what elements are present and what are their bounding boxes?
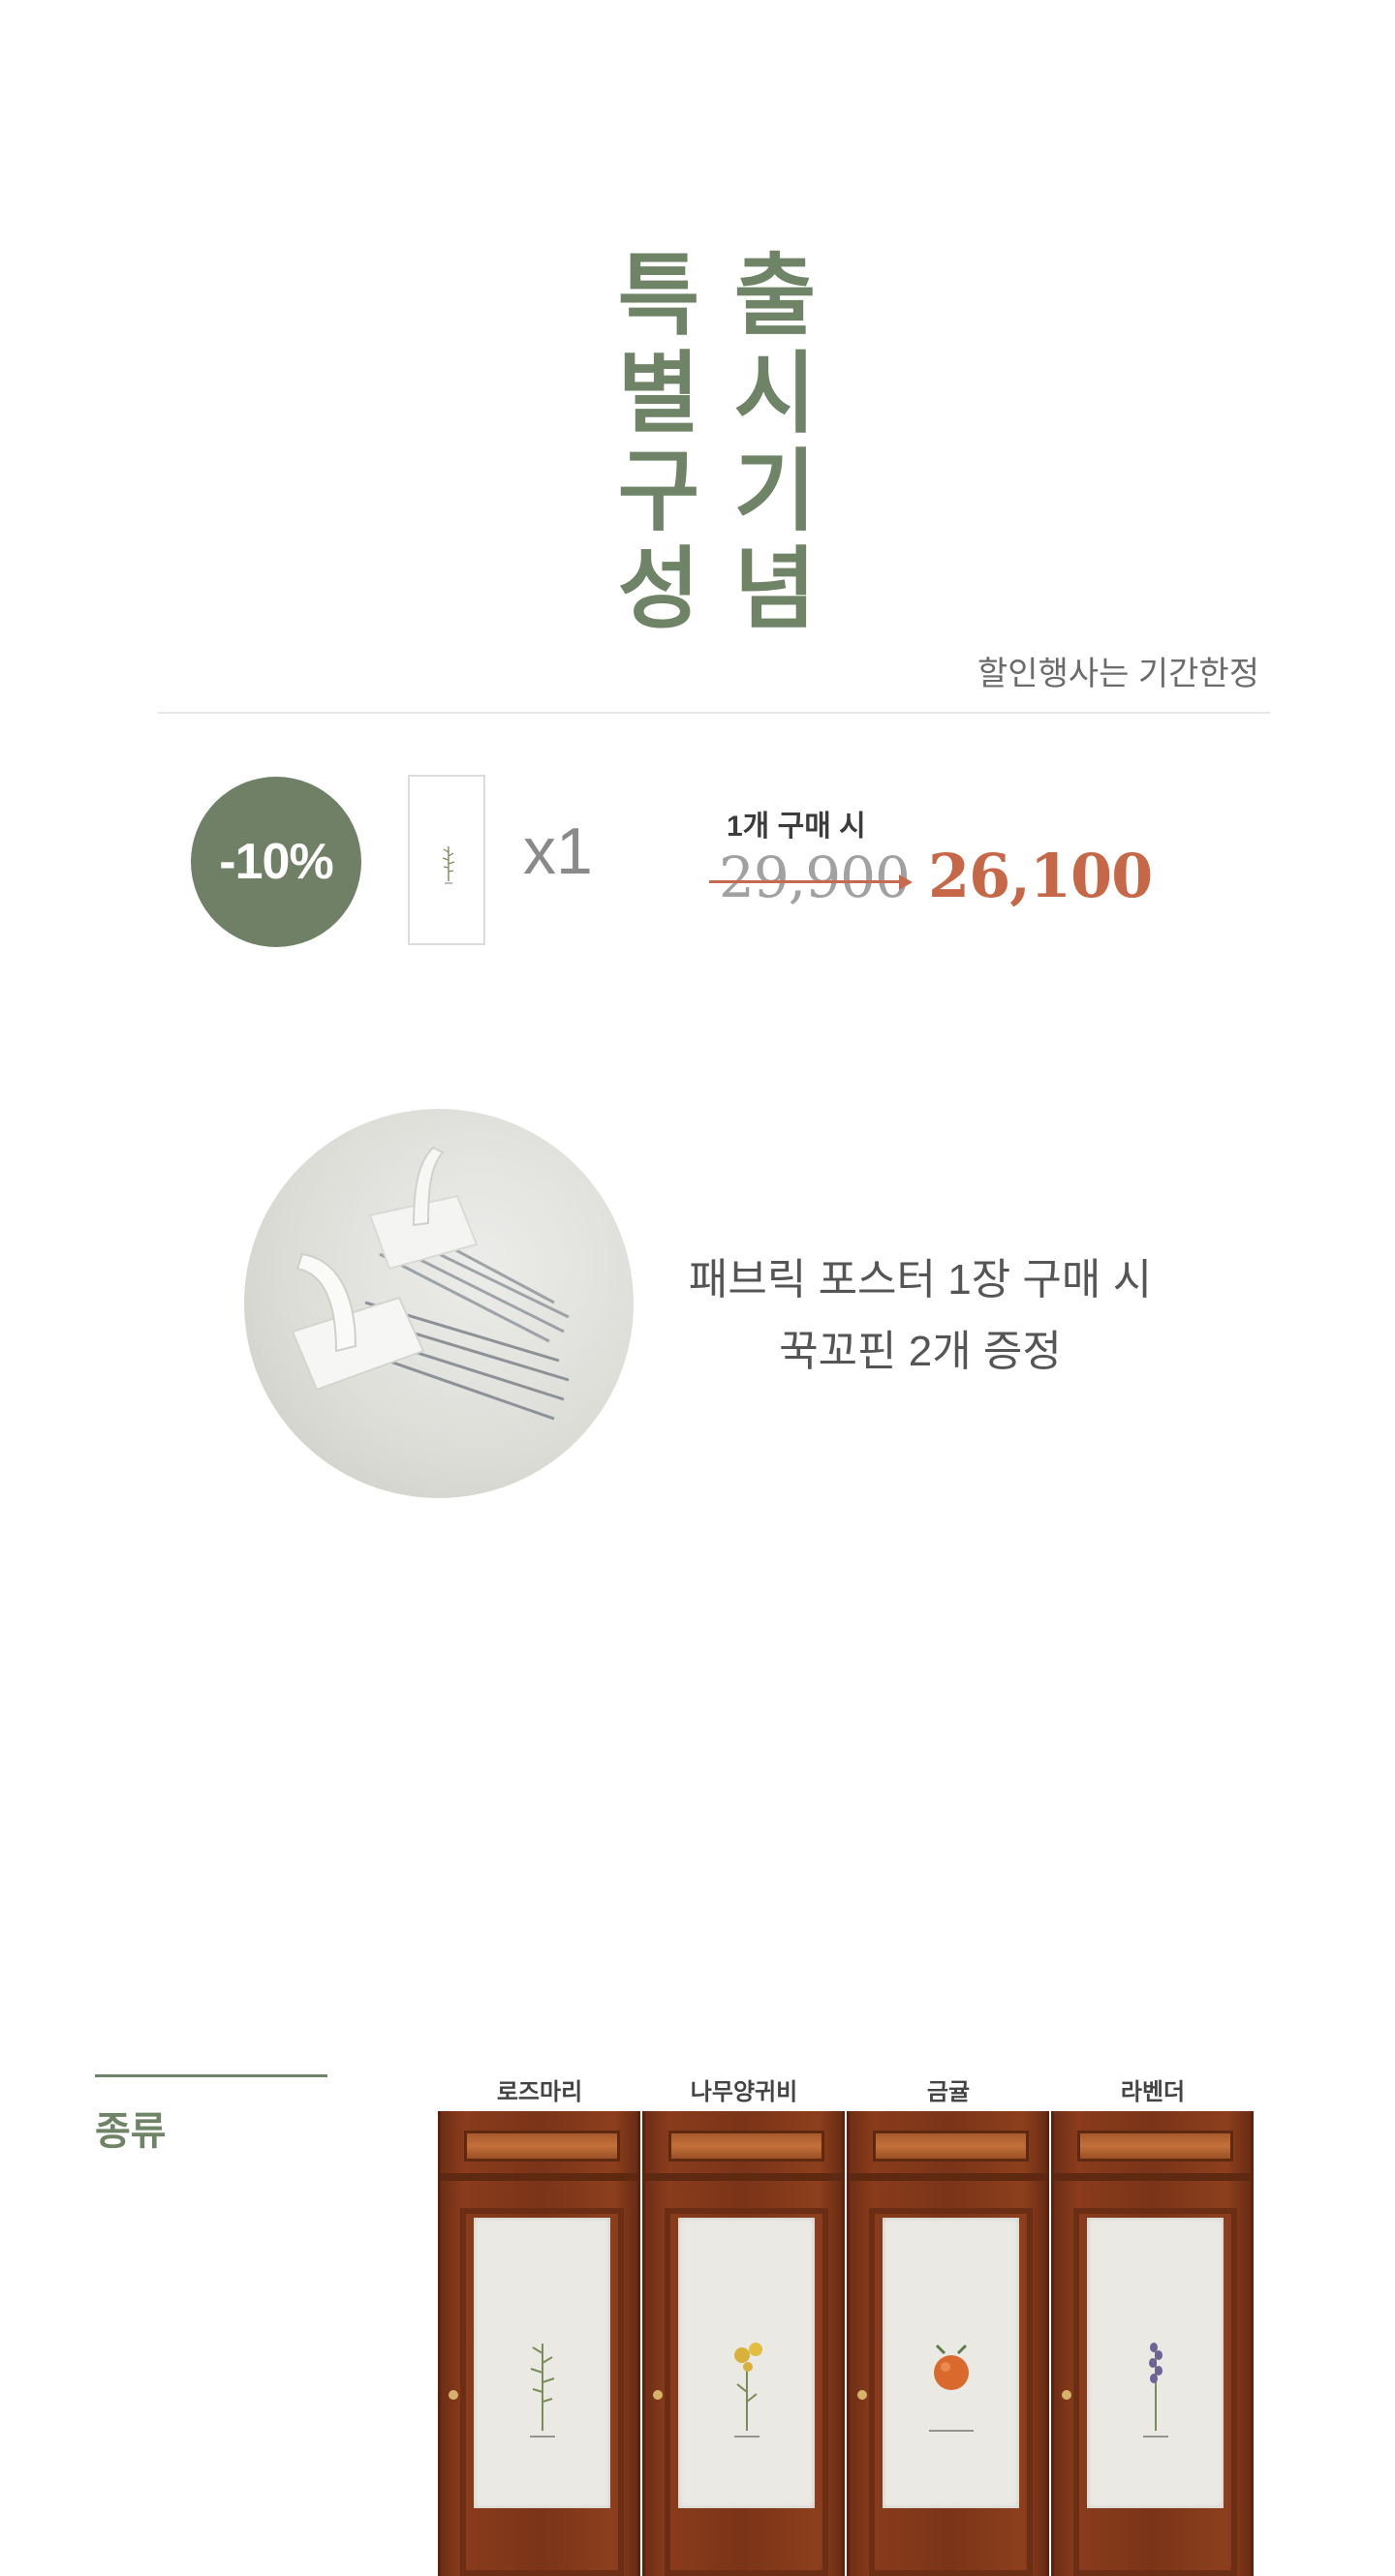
door-rail <box>441 2173 637 2181</box>
strike-line <box>709 880 903 883</box>
type-name-rosemary: 로즈마리 <box>496 2077 583 2105</box>
original-price: 29,900 <box>719 844 911 910</box>
door-poster-kumquat[interactable] <box>847 2111 1049 2576</box>
door-knob-icon <box>857 2390 867 2400</box>
title-char: 시 <box>733 341 817 445</box>
type-name-poppy: 나무양귀비 <box>690 2077 798 2105</box>
door-rail <box>850 2173 1046 2181</box>
poster-thumbnail <box>408 775 485 945</box>
push-pin-illustration <box>291 1146 570 1421</box>
discount-badge: -10% <box>191 777 361 947</box>
types-heading: 종류 <box>95 2108 167 2154</box>
buy-condition-label: 1개 구매 시 <box>727 811 866 843</box>
door-poster-poppy[interactable] <box>642 2111 845 2576</box>
push-pin-photo <box>244 1109 634 1498</box>
title-char: 기 <box>733 439 817 543</box>
door-top-panel <box>873 2131 1029 2162</box>
door-top-panel <box>1077 2131 1233 2162</box>
title-char: 출 <box>733 243 817 348</box>
door-knob-icon <box>449 2390 458 2400</box>
poppy-icon <box>734 2343 762 2438</box>
door-poster-lavender[interactable] <box>1051 2111 1254 2576</box>
title-char: 별 <box>617 341 700 445</box>
rosemary-icon <box>442 846 455 884</box>
period-note: 할인행사는 기간한정 <box>977 656 1259 692</box>
door-knob-icon <box>1062 2390 1071 2400</box>
door-poster-rosemary[interactable] <box>438 2111 640 2576</box>
gift-description: 패브릭 포스터 1장 구매 시 꾹꼬핀 2개 증정 <box>639 1244 1201 1388</box>
title-char: 성 <box>617 537 700 641</box>
arrow-icon <box>899 874 913 890</box>
door-top-panel <box>668 2131 824 2162</box>
title-char: 념 <box>733 537 817 641</box>
door-top-panel <box>464 2131 620 2162</box>
lavender-icon <box>1143 2343 1168 2438</box>
door-rail <box>645 2173 842 2181</box>
title-char: 구 <box>617 439 700 543</box>
title-left-column: 특 별 구 성 <box>605 247 712 638</box>
title-right-column: 출 시 기 념 <box>722 247 828 638</box>
type-name-kumquat: 금귤 <box>926 2077 971 2105</box>
door-knob-icon <box>653 2390 663 2400</box>
types-divider <box>95 2074 327 2077</box>
kumquat-icon <box>929 2344 974 2432</box>
gift-line-1: 패브릭 포스터 1장 구매 시 <box>688 1256 1153 1303</box>
divider <box>158 712 1270 714</box>
title-char: 특 <box>617 243 700 348</box>
gift-line-2: 꾹꼬핀 2개 증정 <box>779 1328 1062 1375</box>
type-name-lavender: 라벤더 <box>1120 2077 1186 2105</box>
rosemary-icon <box>530 2344 555 2438</box>
quantity: x1 <box>523 814 593 888</box>
sale-price: 26,100 <box>928 841 1153 911</box>
door-rail <box>1054 2173 1251 2181</box>
